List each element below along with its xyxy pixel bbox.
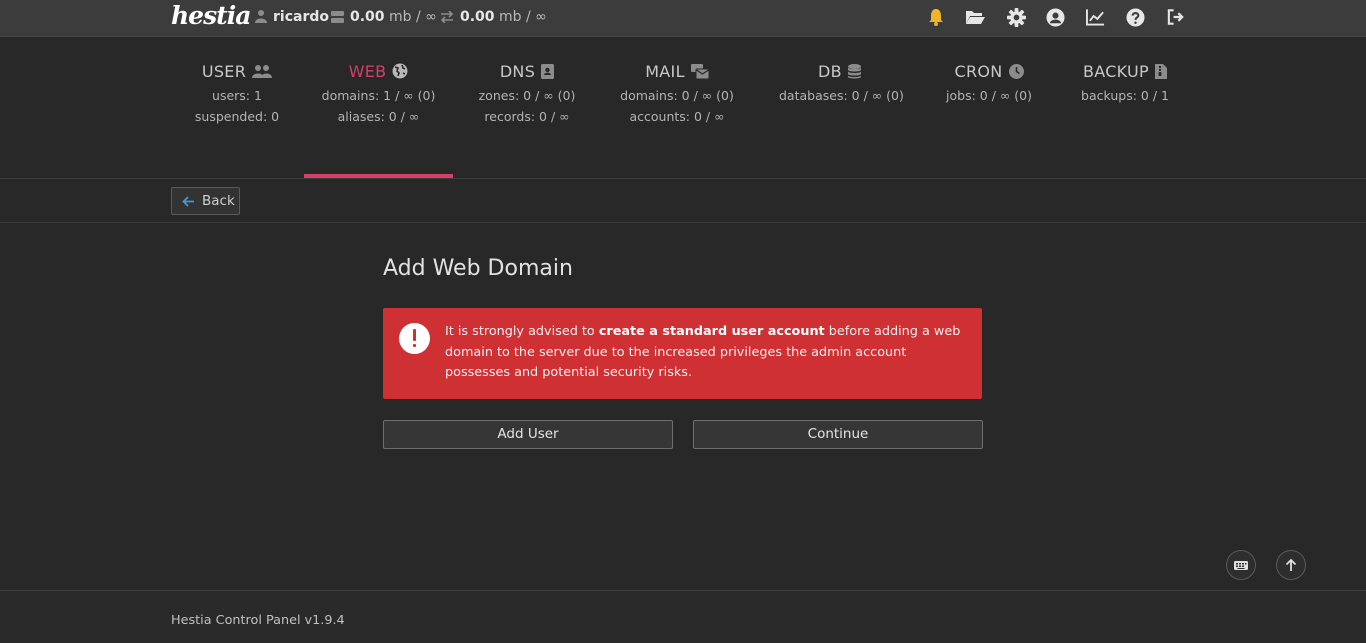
tab-backup-label: BACKUP <box>1082 62 1150 81</box>
tab-cron[interactable]: CRON jobs: 0 / ∞ (0) <box>944 62 1034 178</box>
disk-stat: 0.00 mb / ∞ <box>331 9 437 27</box>
tab-user[interactable]: USER users: 1 suspended: 0 <box>187 62 287 178</box>
question-icon[interactable] <box>1126 8 1146 28</box>
users-icon <box>252 65 273 78</box>
tab-user-suspended: suspended: 0 <box>194 109 280 124</box>
add-user-button[interactable]: Add User <box>383 420 673 449</box>
hdd-icon <box>331 11 344 27</box>
tab-web-label: WEB <box>348 62 387 81</box>
keyboard-icon <box>1234 561 1248 570</box>
tab-user-label: USER <box>201 62 247 81</box>
toolbar-divider <box>0 222 1366 223</box>
bandwidth-unit: mb / ∞ <box>499 9 547 25</box>
footer-version: Hestia Control Panel v1.9.4 <box>171 613 345 628</box>
top-bar: hestia ricardo 0.00 mb / ∞ 0.00 mb / ∞ <box>0 0 1366 37</box>
exchange-icon <box>440 10 454 27</box>
tab-mail-domains: domains: 0 / ∞ (0) <box>620 88 734 103</box>
chart-line-icon[interactable] <box>1086 8 1106 28</box>
globe-icon <box>392 63 408 79</box>
arrow-up-icon <box>1285 558 1297 571</box>
tab-dns-zones: zones: 0 / ∞ (0) <box>478 88 576 103</box>
gear-icon[interactable] <box>1007 8 1027 28</box>
tab-cron-label: CRON <box>954 62 1003 81</box>
keyboard-shortcuts-button[interactable] <box>1226 550 1256 580</box>
file-archive-icon <box>1155 64 1168 79</box>
tab-dns-records: records: 0 / ∞ <box>484 109 570 124</box>
database-icon <box>847 64 861 79</box>
user-circle-icon[interactable] <box>1046 8 1066 28</box>
tab-web-domains: domains: 1 / ∞ (0) <box>321 88 436 103</box>
user-name: ricardo <box>273 9 329 25</box>
tab-db-databases: databases: 0 / ∞ (0) <box>779 88 904 103</box>
mail-bulk-icon <box>690 64 710 80</box>
tab-web[interactable]: WEB domains: 1 / ∞ (0) aliases: 0 / ∞ <box>304 62 453 178</box>
footer: Hestia Control Panel v1.9.4 <box>0 591 1366 643</box>
tab-cron-jobs: jobs: 0 / ∞ (0) <box>946 88 1032 103</box>
disk-unit: mb / ∞ <box>389 9 437 25</box>
alert-bold-text: create a standard user account <box>598 324 825 339</box>
tab-db-label: DB <box>818 62 842 81</box>
tab-dns-label: DNS <box>499 62 536 81</box>
tab-backup-backups: backups: 0 / 1 <box>1081 88 1169 103</box>
back-button-label: Back <box>202 193 235 209</box>
scroll-to-top-button[interactable] <box>1276 550 1306 580</box>
clock-icon <box>1008 64 1024 79</box>
arrow-left-icon <box>182 196 194 207</box>
disk-value: 0.00 <box>350 9 385 25</box>
tab-backup[interactable]: BACKUP backups: 0 / 1 <box>1078 62 1172 178</box>
back-button[interactable]: Back <box>171 187 240 215</box>
page-title: Add Web Domain <box>383 256 573 281</box>
tab-mail-accounts: accounts: 0 / ∞ <box>629 109 725 124</box>
hestia-logo[interactable]: hestia <box>171 1 251 30</box>
bell-icon[interactable] <box>927 8 947 28</box>
alert-message: It is strongly advised to create a stand… <box>445 324 961 380</box>
tab-mail[interactable]: MAIL domains: 0 / ∞ (0) accounts: 0 / ∞ <box>619 62 735 178</box>
bandwidth-stat: 0.00 mb / ∞ <box>440 9 547 27</box>
user-stat[interactable]: ricardo <box>255 9 329 27</box>
tab-mail-label: MAIL <box>645 62 685 81</box>
warning-alert: It is strongly advised to create a stand… <box>383 308 982 399</box>
exclamation-circle-icon <box>399 323 430 354</box>
continue-button[interactable]: Continue <box>693 420 983 449</box>
tab-user-users: users: 1 <box>212 88 262 103</box>
tab-web-aliases: aliases: 0 / ∞ <box>337 109 420 124</box>
address-book-icon <box>541 64 555 79</box>
sign-out-icon[interactable] <box>1166 8 1186 28</box>
user-icon <box>255 9 267 27</box>
bandwidth-value: 0.00 <box>460 9 495 25</box>
tabs-divider <box>0 178 1366 179</box>
tab-db[interactable]: DB databases: 0 / ∞ (0) <box>779 62 904 178</box>
folder-open-icon[interactable] <box>965 8 985 28</box>
tab-dns[interactable]: DNS zones: 0 / ∞ (0) records: 0 / ∞ <box>477 62 577 178</box>
